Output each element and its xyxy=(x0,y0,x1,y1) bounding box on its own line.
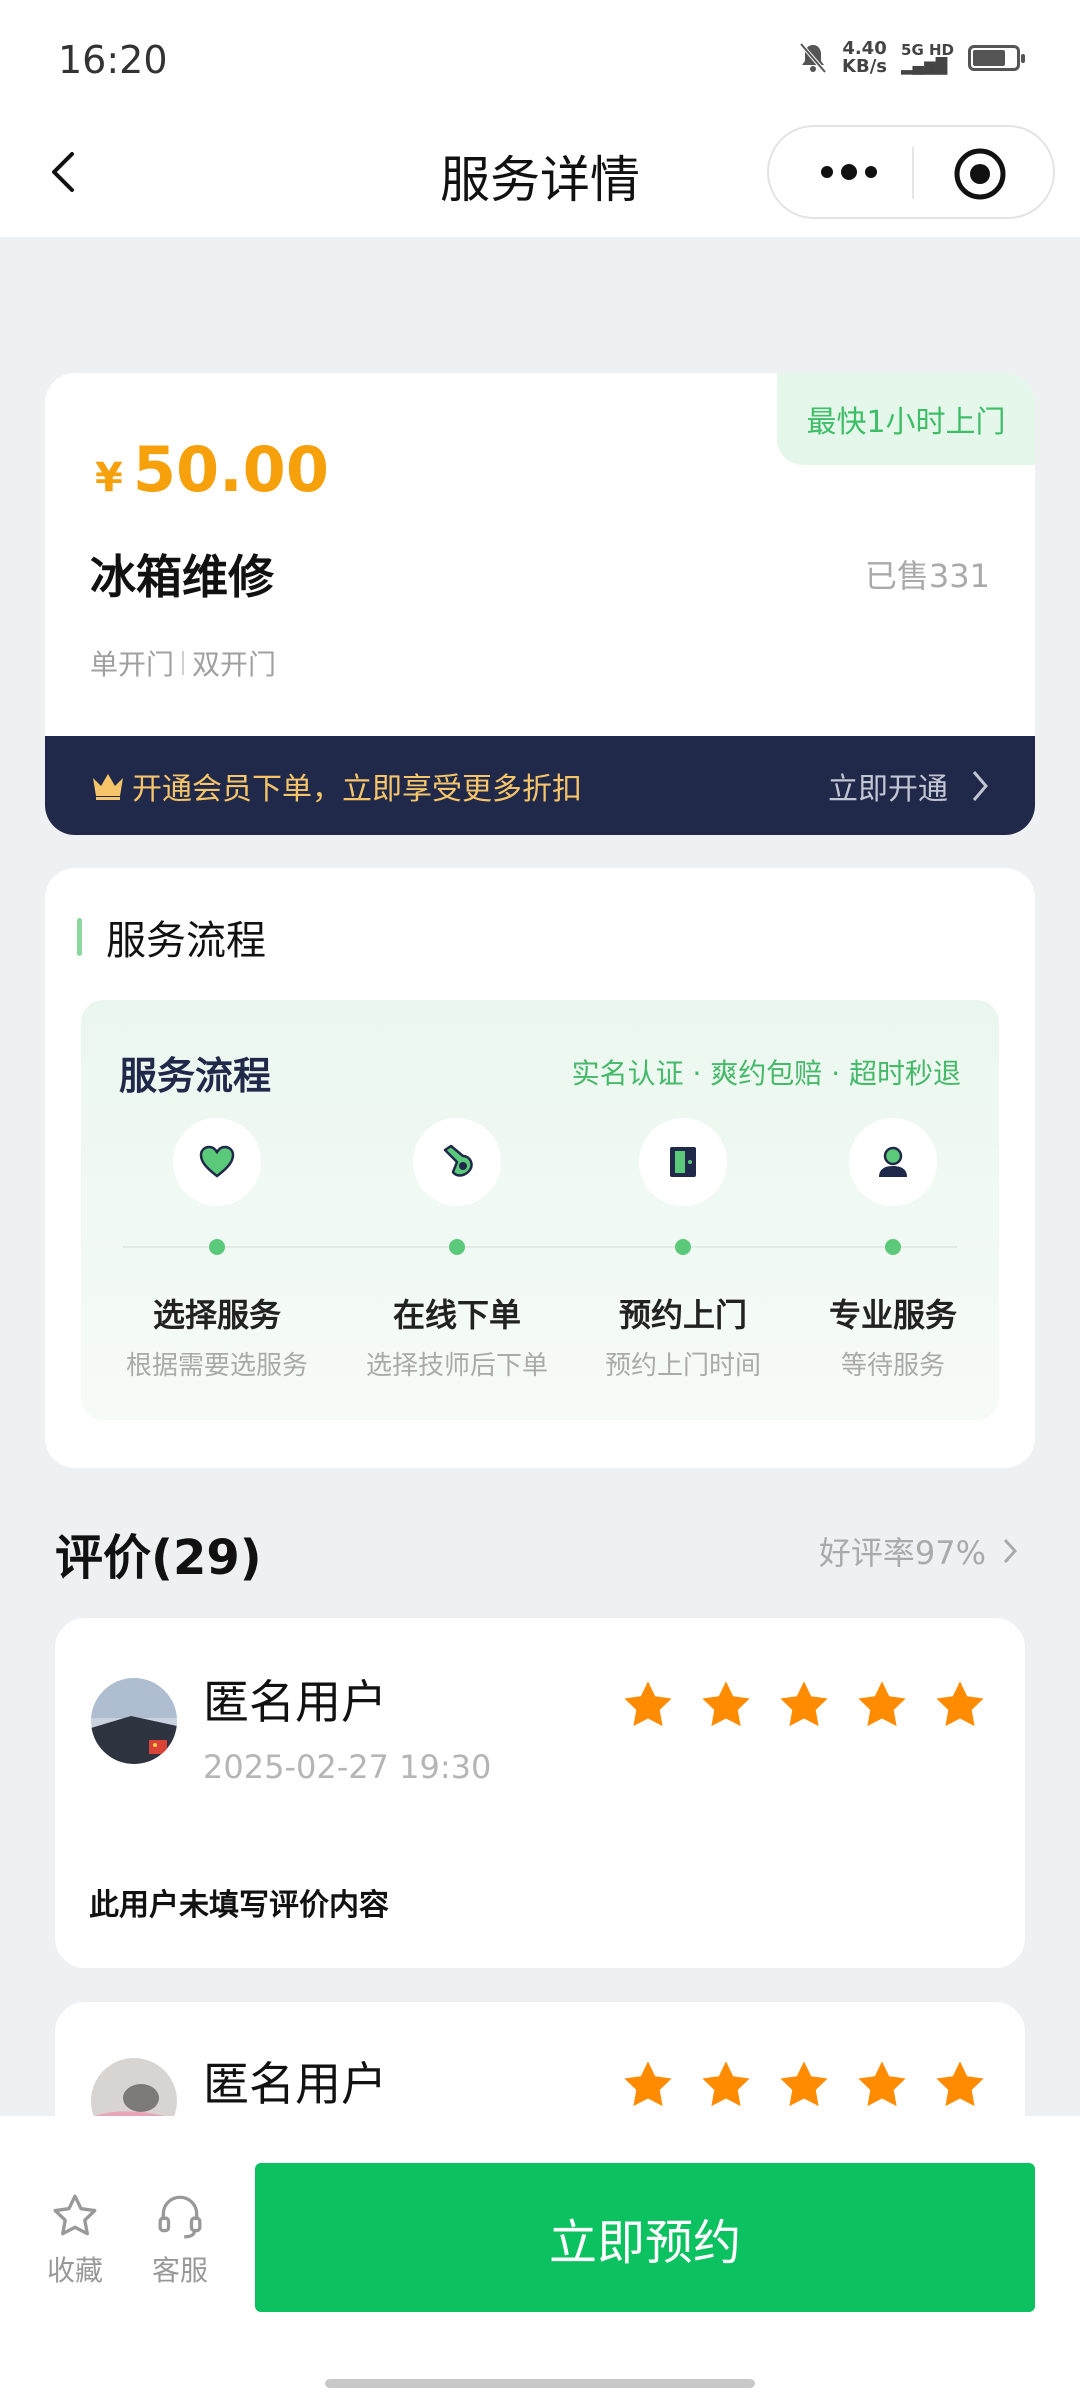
person-icon xyxy=(849,1118,937,1206)
favorite-button[interactable]: 收藏 xyxy=(30,2191,120,2289)
signal-indicator: 5G HD ▂▄▆█ xyxy=(901,41,954,75)
spec-option[interactable]: 双开门 xyxy=(192,643,276,683)
star-outline-icon xyxy=(53,2194,97,2236)
headset-icon xyxy=(158,2195,202,2239)
flow-step-dot xyxy=(209,1239,225,1255)
review-user: 匿名用户 xyxy=(203,2057,387,2111)
service-flow-card: 服务流程 服务流程 实名认证 · 爽约包赔 · 超时秒退 选择服务 根据需要选服… xyxy=(45,868,1035,1468)
fast-arrival-badge: 最快1小时上门 xyxy=(777,373,1035,465)
flow-step-dot xyxy=(449,1239,465,1255)
flow-step: 选择服务 根据需要选服务 xyxy=(97,1000,337,1420)
bottom-action-bar: 收藏 客服 立即预约 xyxy=(0,2116,1080,2408)
star-icon xyxy=(780,2061,828,2107)
close-target-icon[interactable] xyxy=(952,146,1008,202)
tap-hand-icon xyxy=(413,1118,501,1206)
chevron-right-icon xyxy=(972,770,988,801)
chevron-right-icon xyxy=(1003,1538,1018,1564)
star-icon xyxy=(780,1681,828,1727)
sold-count: 已售331 xyxy=(864,557,990,595)
reviews-title: 评价(29) xyxy=(55,1530,262,1586)
status-time: 16:20 xyxy=(58,38,168,82)
top-bar: 16:20 4.40 KB/s 5G HD ▂▄▆█ 服务详情 xyxy=(0,0,1080,237)
flow-step-name: 预约上门 xyxy=(618,1296,747,1334)
flow-step: 专业服务 等待服务 xyxy=(773,1000,1013,1420)
star-icon xyxy=(624,1681,672,1727)
net-speed: 4.40 KB/s xyxy=(842,38,888,77)
flow-step-name: 专业服务 xyxy=(828,1296,957,1334)
mute-bell-icon xyxy=(799,42,827,74)
star-icon xyxy=(936,2061,984,2107)
avatar xyxy=(91,1678,177,1764)
service-name: 冰箱维修 xyxy=(90,550,274,604)
flow-step-name: 选择服务 xyxy=(152,1296,281,1334)
spec-option[interactable]: 单开门 xyxy=(90,643,174,683)
section-accent-bar xyxy=(77,918,82,956)
vip-open-button[interactable]: 立即开通 xyxy=(828,764,990,808)
flow-step-desc: 根据需要选服务 xyxy=(125,1351,308,1381)
crown-icon xyxy=(93,773,123,800)
vip-banner[interactable]: 开通会员下单，立即享受更多折扣 立即开通 xyxy=(45,736,1035,835)
home-indicator[interactable] xyxy=(325,2379,755,2388)
flow-step-dot xyxy=(885,1239,901,1255)
spec-options: 单开门 双开门 xyxy=(90,643,276,683)
price-value: 50.00 xyxy=(132,433,329,506)
signal-bars-icon: ▂▄▆█ xyxy=(901,57,948,75)
flow-step-dot xyxy=(675,1239,691,1255)
review-card: 匿名用户 2025-02-27 19:30 此用户未填写评价内容 xyxy=(55,1618,1025,1968)
review-rating xyxy=(621,2058,987,2112)
good-rate-link[interactable]: 好评率97% xyxy=(819,1528,1018,1574)
heart-icon xyxy=(173,1118,261,1206)
star-icon xyxy=(858,1681,906,1727)
product-card: 最快1小时上门 ¥ 50.00 冰箱维修 已售331 单开门 双开门 开通会员下… xyxy=(45,373,1035,835)
favorite-label: 收藏 xyxy=(46,2254,103,2287)
star-icon xyxy=(936,1681,984,1727)
service-label: 客服 xyxy=(151,2254,208,2287)
flow-step: 预约上门 预约上门时间 xyxy=(563,1000,803,1420)
review-user: 匿名用户 xyxy=(203,1675,387,1729)
review-text: 此用户未填写评价内容 xyxy=(89,1888,389,1923)
spec-divider xyxy=(182,651,185,675)
more-dots-icon[interactable] xyxy=(809,147,889,197)
status-icons: 4.40 KB/s 5G HD ▂▄▆█ xyxy=(798,38,1025,77)
flow-step-name: 在线下单 xyxy=(392,1296,521,1334)
battery-icon xyxy=(968,45,1025,71)
vip-promo-text: 开通会员下单，立即享受更多折扣 xyxy=(132,771,582,807)
flow-step-desc: 选择技师后下单 xyxy=(365,1351,548,1381)
section-title: 服务流程 xyxy=(106,918,266,964)
star-icon xyxy=(702,1681,750,1727)
section-header: 服务流程 xyxy=(77,908,266,966)
customer-service-button[interactable]: 客服 xyxy=(135,2191,225,2289)
star-icon xyxy=(624,2061,672,2107)
flow-step-desc: 等待服务 xyxy=(840,1351,945,1381)
star-icon xyxy=(702,2061,750,2107)
flow-step-desc: 预约上门时间 xyxy=(604,1351,761,1381)
flow-box: 服务流程 实名认证 · 爽约包赔 · 超时秒退 选择服务 根据需要选服务 在线下… xyxy=(81,1000,999,1420)
book-now-button[interactable]: 立即预约 xyxy=(255,2163,1035,2312)
price: ¥ 50.00 xyxy=(95,433,329,506)
review-rating xyxy=(621,1678,987,1732)
flow-step: 在线下单 选择技师后下单 xyxy=(337,1000,577,1420)
star-icon xyxy=(858,2061,906,2107)
mini-program-capsule xyxy=(767,125,1055,219)
review-date: 2025-02-27 19:30 xyxy=(203,1748,492,1786)
door-icon xyxy=(639,1118,727,1206)
currency-symbol: ¥ xyxy=(95,455,123,501)
capsule-divider xyxy=(912,147,914,199)
